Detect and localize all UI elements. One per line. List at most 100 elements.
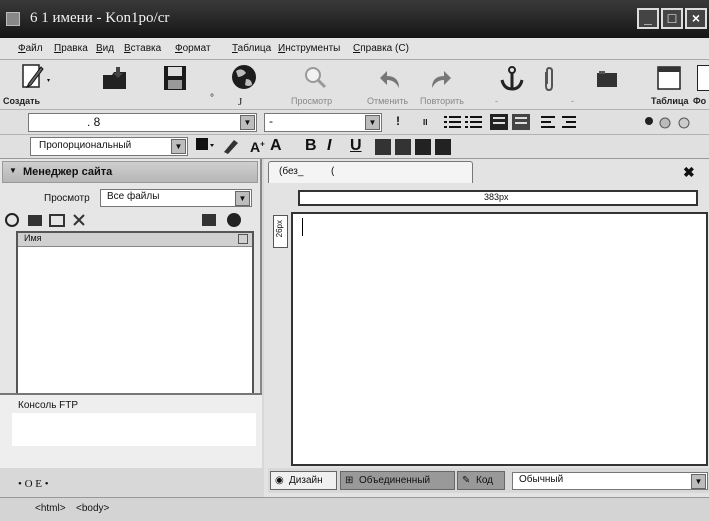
split-mode-label: Объединенный bbox=[359, 475, 431, 486]
link-label-dash: - bbox=[571, 96, 574, 106]
chevron-down-icon[interactable]: ▼ bbox=[235, 191, 250, 206]
style-select[interactable]: Обычный ▼ bbox=[512, 472, 708, 490]
table-label: Таблица bbox=[651, 96, 689, 106]
tag-body[interactable]: <body> bbox=[76, 503, 109, 514]
save-button[interactable] bbox=[157, 64, 193, 92]
chevron-down-icon[interactable]: ▼ bbox=[691, 474, 706, 489]
font-select-value: - bbox=[269, 114, 273, 128]
status-bar: <html> <body> bbox=[0, 497, 709, 521]
tag-html[interactable]: <html> bbox=[35, 503, 66, 514]
wysiwyg-edit-area[interactable] bbox=[291, 212, 708, 466]
font-family-select[interactable]: Пропорциональный ▼ bbox=[30, 137, 188, 156]
menu-edit[interactable]: Правка bbox=[54, 43, 88, 54]
redo-button[interactable] bbox=[425, 68, 455, 90]
site-manager-title: Менеджер сайта bbox=[23, 166, 113, 178]
code-icon: ✎ bbox=[462, 475, 471, 486]
menu-format[interactable]: Формат bbox=[175, 43, 211, 54]
site-manager-header[interactable]: ▼ Менеджер сайта bbox=[2, 161, 258, 183]
split-view-icon: ⊞ bbox=[345, 475, 354, 486]
create-label: Создать bbox=[3, 96, 41, 106]
indent-buttons-icon[interactable] bbox=[490, 114, 532, 130]
table-button[interactable] bbox=[654, 65, 684, 91]
italic-button[interactable]: I bbox=[327, 137, 331, 155]
truncated-icon bbox=[697, 65, 709, 91]
app-icon bbox=[6, 12, 20, 26]
page-height-label: 26px bbox=[275, 220, 284, 238]
collapse-icon[interactable]: ▼ bbox=[9, 166, 17, 175]
create-button[interactable] bbox=[16, 63, 56, 91]
minimize-button[interactable]: _ bbox=[637, 8, 659, 29]
maximize-button[interactable]: □ bbox=[661, 8, 683, 29]
menu-insert[interactable]: Вставка bbox=[124, 43, 161, 54]
ftp-footer-text: • О E • bbox=[18, 478, 49, 490]
chevron-down-icon[interactable]: ▼ bbox=[240, 115, 255, 130]
menu-help[interactable]: Справка (С) bbox=[353, 43, 409, 54]
magnifier-icon bbox=[305, 67, 327, 89]
eye-icon: ◉ bbox=[275, 475, 284, 486]
color-tools-icon[interactable] bbox=[644, 115, 704, 131]
main-toolbar: Создать ° J Просмотр Отменить Повторить … bbox=[0, 60, 709, 110]
menu-view[interactable]: Вид bbox=[96, 43, 114, 54]
close-document-icon[interactable]: ✖ bbox=[683, 164, 695, 181]
design-mode-label: Дизайн bbox=[289, 475, 323, 486]
design-mode-tab[interactable]: ◉ Дизайн bbox=[270, 471, 337, 490]
document-tab[interactable]: (без_ ( bbox=[268, 161, 473, 183]
name-column-header[interactable]: Имя bbox=[24, 233, 42, 243]
menu-bar: Файл Правка Вид Вставка Формат Таблица И… bbox=[0, 38, 709, 60]
vertical-ruler: 26px bbox=[273, 215, 288, 248]
publish-button[interactable] bbox=[227, 63, 261, 93]
undo-label: Отменить bbox=[367, 96, 409, 106]
file-list-header: Имя bbox=[18, 233, 252, 247]
align-buttons-icon[interactable] bbox=[540, 114, 580, 130]
image-button[interactable] bbox=[594, 70, 620, 88]
site-connect-icons[interactable] bbox=[200, 211, 250, 229]
site-tools-icons[interactable] bbox=[4, 212, 104, 228]
ftp-console-output[interactable] bbox=[12, 413, 256, 446]
link-button[interactable] bbox=[536, 66, 562, 92]
text-caret bbox=[302, 218, 303, 236]
document-tab-label: (без_ bbox=[279, 166, 304, 177]
anchor-button[interactable] bbox=[497, 66, 527, 92]
chevron-down-icon[interactable]: ▼ bbox=[365, 115, 380, 130]
folder-open-icon bbox=[103, 67, 126, 89]
undo-arrow-icon bbox=[380, 71, 399, 88]
open-button[interactable] bbox=[95, 65, 135, 91]
split-mode-tab[interactable]: ⊞ Объединенный bbox=[340, 471, 455, 490]
title-bar: 6 1 имени - Kon1po/cr _ □ × bbox=[0, 0, 709, 38]
file-filter-select[interactable]: Все файлы ▼ bbox=[100, 189, 252, 207]
exclaim-button[interactable]: ! bbox=[396, 114, 400, 128]
text-color-icon[interactable] bbox=[196, 138, 244, 156]
font-size-down-button[interactable]: A bbox=[270, 137, 282, 155]
paperclip-icon bbox=[545, 66, 553, 92]
page-width-label: 383px bbox=[484, 192, 509, 202]
underline-button[interactable]: U bbox=[350, 137, 362, 155]
format-toolbar-2: Пропорциональный ▼ A+ A B I U bbox=[0, 135, 709, 159]
font-select[interactable]: - ▼ bbox=[264, 113, 382, 132]
preview-label: Просмотр bbox=[291, 96, 333, 106]
list-buttons-icon[interactable] bbox=[443, 114, 483, 130]
format-toolbar-1: . 8 ▼ - ▼ ! II bbox=[0, 110, 709, 135]
globe-icon bbox=[232, 65, 256, 89]
paragraph-format-select[interactable]: . 8 ▼ bbox=[28, 113, 257, 132]
close-button[interactable]: × bbox=[685, 8, 707, 29]
chevron-down-icon[interactable]: ▼ bbox=[171, 139, 186, 154]
ii-button[interactable]: II bbox=[423, 118, 427, 127]
floppy-disk-icon bbox=[164, 66, 186, 90]
code-mode-tab[interactable]: ✎ Код bbox=[457, 471, 505, 490]
paragraph-align-icons[interactable] bbox=[375, 139, 459, 155]
menu-file[interactable]: Файл bbox=[18, 43, 43, 54]
preview-button[interactable] bbox=[298, 64, 332, 90]
menu-tools[interactable]: Инструменты bbox=[278, 43, 340, 54]
style-select-value: Обычный bbox=[519, 474, 564, 485]
file-filter-value: Все файлы bbox=[107, 191, 160, 202]
font-size-up-button[interactable]: A+ bbox=[250, 139, 265, 155]
column-picker-icon[interactable] bbox=[238, 234, 248, 244]
stray-j: J bbox=[238, 96, 243, 108]
font-family-value: Пропорциональный bbox=[39, 140, 132, 151]
bold-button[interactable]: B bbox=[305, 137, 317, 155]
stray-degree: ° bbox=[210, 93, 214, 104]
document-tab-paren: ( bbox=[331, 166, 335, 177]
undo-button[interactable] bbox=[376, 68, 406, 90]
code-mode-label: Код bbox=[476, 475, 494, 486]
menu-table[interactable]: Таблица bbox=[232, 43, 271, 54]
